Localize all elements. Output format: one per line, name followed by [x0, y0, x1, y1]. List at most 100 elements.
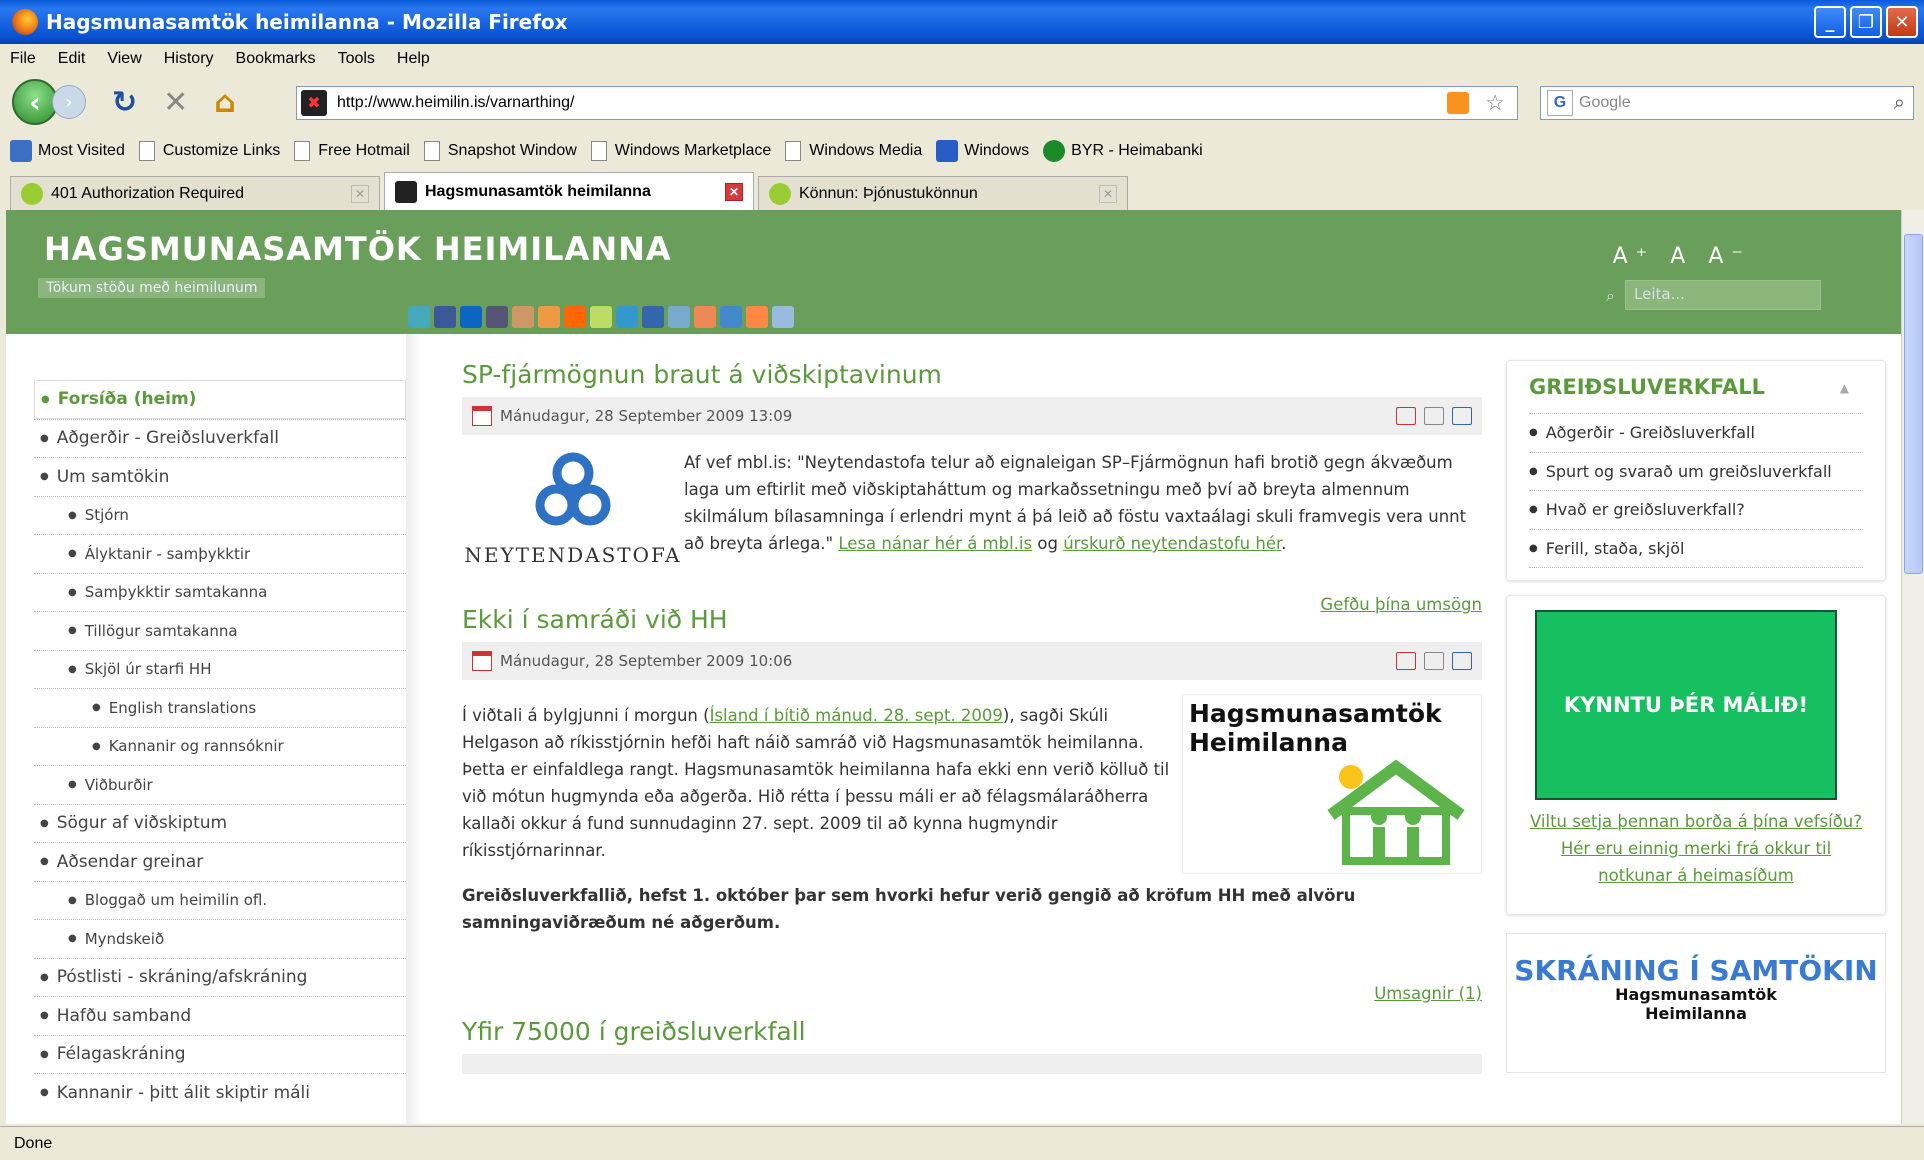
signup-banner[interactable]: SKRÁNING Í SAMTÖKIN Hagsmunasamtök Heimi…	[1506, 933, 1886, 1073]
tab-close-icon[interactable]: ✕	[725, 182, 743, 201]
bookmark-snapshot-window[interactable]: Snapshot Window	[423, 141, 577, 161]
home-icon[interactable]: ⌂	[214, 85, 235, 120]
font-size-controls[interactable]: A⁺ A A⁻	[1613, 244, 1751, 269]
minimize-button[interactable]: _	[1814, 6, 1846, 38]
forward-button[interactable]: ›	[52, 85, 86, 119]
share-icon[interactable]	[564, 306, 586, 328]
scrollbar-thumb[interactable]	[1904, 234, 1923, 574]
search-box[interactable]: G Google ⌕	[1540, 86, 1914, 120]
nav-item[interactable]: ● Hafðu samband	[34, 996, 406, 1035]
bookmark-windows[interactable]: Windows	[936, 140, 1029, 162]
nav-item[interactable]: ● Forsíða (heim)	[34, 380, 406, 419]
nav-item[interactable]: ● Bloggað um heimilin ofl.	[34, 880, 406, 920]
nav-item-label: Stjórn	[84, 506, 129, 525]
tab-konnun[interactable]: Könnun: Þjónustukönnun ✕	[758, 176, 1128, 210]
menu-bookmarks[interactable]: Bookmarks	[236, 50, 316, 68]
bullet-icon: ●	[68, 663, 77, 675]
nav-item[interactable]: ● Kannanir og rannsóknir	[34, 726, 406, 766]
nav-item[interactable]: ● Stjórn	[34, 495, 406, 535]
nav-item[interactable]: ● Aðgerðir - Greiðsluverkfall	[34, 418, 406, 458]
menu-edit[interactable]: Edit	[58, 50, 86, 68]
module-list-item[interactable]: ● Spurt og svarað um greiðsluverkfall	[1529, 453, 1863, 491]
kynntu-banner[interactable]: KYNNTU ÞÉR MÁLIÐ!	[1535, 610, 1837, 800]
module-list-item[interactable]: ● Hvað er greiðsluverkfall?	[1529, 491, 1863, 530]
comment-link[interactable]: Gefðu þína umsögn	[1320, 595, 1482, 614]
banner-embed-link[interactable]: Viltu setja þennan borða á þína vefsíðu?	[1530, 812, 1862, 831]
email-icon[interactable]	[1452, 652, 1472, 670]
module-list-item[interactable]: ● Ferill, staða, skjöl	[1529, 530, 1863, 568]
vertical-scrollbar[interactable]	[1901, 210, 1924, 1124]
share-icon[interactable]	[616, 306, 638, 328]
share-icon[interactable]	[668, 306, 690, 328]
nav-item[interactable]: ● Félagaskráning	[34, 1034, 406, 1074]
share-icon[interactable]	[538, 306, 560, 328]
module-list-item[interactable]: ● Aðgerðir - Greiðsluverkfall	[1529, 414, 1863, 453]
nav-item[interactable]: ● Sögur af viðskiptum	[34, 803, 406, 843]
site-search-input[interactable]: Leita...	[1625, 280, 1821, 310]
radio-link[interactable]: Ísland í bítið mánud. 28. sept. 2009	[710, 706, 1003, 725]
reload-icon[interactable]: ↻	[112, 85, 137, 120]
tab-hagsmunasamtok[interactable]: Hagsmunasamtök heimilanna ✕	[384, 172, 754, 210]
search-placeholder[interactable]: Google	[1579, 94, 1631, 112]
menu-file[interactable]: File	[10, 50, 36, 68]
nav-item[interactable]: ● Tillögur samtakanna	[34, 611, 406, 650]
nav-item[interactable]: ● Samþykktir samtakanna	[34, 572, 406, 612]
linkedin-icon[interactable]	[460, 306, 482, 328]
menu-tools[interactable]: Tools	[338, 50, 375, 68]
bookmark-most-visited[interactable]: Most Visited	[10, 140, 125, 162]
pdf-icon[interactable]	[1396, 652, 1416, 670]
logos-link[interactable]: Hér eru einnig merki frá okkur til notku…	[1561, 839, 1831, 885]
bookmark-byr[interactable]: BYR - Heimabanki	[1043, 140, 1203, 162]
share-icon[interactable]	[694, 306, 716, 328]
bookmark-customize-links[interactable]: Customize Links	[138, 141, 280, 161]
stop-icon[interactable]: ✕	[163, 85, 188, 120]
menu-history[interactable]: History	[164, 50, 214, 68]
twitter-icon[interactable]	[408, 306, 430, 328]
share-icon[interactable]	[486, 306, 508, 328]
facebook-icon[interactable]	[434, 306, 456, 328]
email-icon[interactable]	[1452, 407, 1472, 425]
bookmark-star-icon[interactable]: ☆	[1485, 90, 1505, 116]
comments-link[interactable]: Umsagnir (1)	[1374, 984, 1482, 1003]
tab-401[interactable]: 401 Authorization Required ✕	[10, 176, 380, 210]
help-icon[interactable]	[772, 306, 794, 328]
article-title[interactable]: SP-fjármögnun braut á viðskiptavinum	[462, 360, 1482, 389]
google-engine-icon[interactable]: G	[1547, 90, 1573, 116]
bookmark-free-hotmail[interactable]: Free Hotmail	[294, 141, 410, 161]
nav-item[interactable]: ● Skjöl úr starfi HH	[34, 649, 406, 689]
share-icon[interactable]	[746, 306, 768, 328]
url-bar[interactable]: ✖ http://www.heimilin.is/varnarthing/ ☆	[296, 86, 1518, 120]
collapse-arrow-icon[interactable]: ▲	[1840, 381, 1849, 395]
bookmark-windows-media[interactable]: Windows Media	[785, 141, 922, 161]
nav-item[interactable]: ● Ályktanir - samþykktir	[34, 534, 406, 573]
nav-item[interactable]: ● Aðsendar greinar	[34, 842, 406, 881]
print-icon[interactable]	[1424, 407, 1444, 425]
nav-item[interactable]: ● Myndskeið	[34, 919, 406, 958]
nav-item[interactable]: ● Um samtökin	[34, 457, 406, 496]
page-icon	[423, 141, 440, 161]
google-icon[interactable]	[720, 306, 742, 328]
url-text[interactable]: http://www.heimilin.is/varnarthing/	[337, 94, 574, 112]
rss-feed-icon[interactable]	[1447, 92, 1469, 114]
pdf-icon[interactable]	[1396, 407, 1416, 425]
tab-close-icon[interactable]: ✕	[1099, 184, 1117, 203]
search-icon[interactable]: ⌕	[1894, 92, 1905, 115]
nav-item[interactable]: ● English translations	[34, 688, 406, 727]
maximize-button[interactable]: ❐	[1850, 6, 1882, 38]
ruling-link[interactable]: úrskurð neytendastofu hér	[1063, 534, 1281, 553]
menu-view[interactable]: View	[107, 50, 141, 68]
tab-close-icon[interactable]: ✕	[351, 184, 369, 203]
nav-item[interactable]: ● Viðburðir	[34, 765, 406, 804]
article-title[interactable]: Yfir 75000 í greiðsluverkfall	[462, 1017, 1482, 1046]
mbl-link[interactable]: Lesa nánar hér á mbl.is	[838, 534, 1032, 553]
share-icon[interactable]	[590, 306, 612, 328]
print-icon[interactable]	[1424, 652, 1444, 670]
share-icon[interactable]	[512, 306, 534, 328]
menu-help[interactable]: Help	[397, 50, 430, 68]
share-icon[interactable]	[642, 306, 664, 328]
site-title[interactable]: HAGSMUNASAMTÖK HEIMILANNA	[44, 230, 672, 268]
nav-item[interactable]: ● Kannanir - þitt álit skiptir máli	[34, 1073, 406, 1112]
nav-item[interactable]: ● Póstlisti - skráning/afskráning	[34, 957, 406, 997]
bookmark-windows-marketplace[interactable]: Windows Marketplace	[590, 141, 771, 161]
close-button[interactable]: ✕	[1886, 6, 1918, 38]
